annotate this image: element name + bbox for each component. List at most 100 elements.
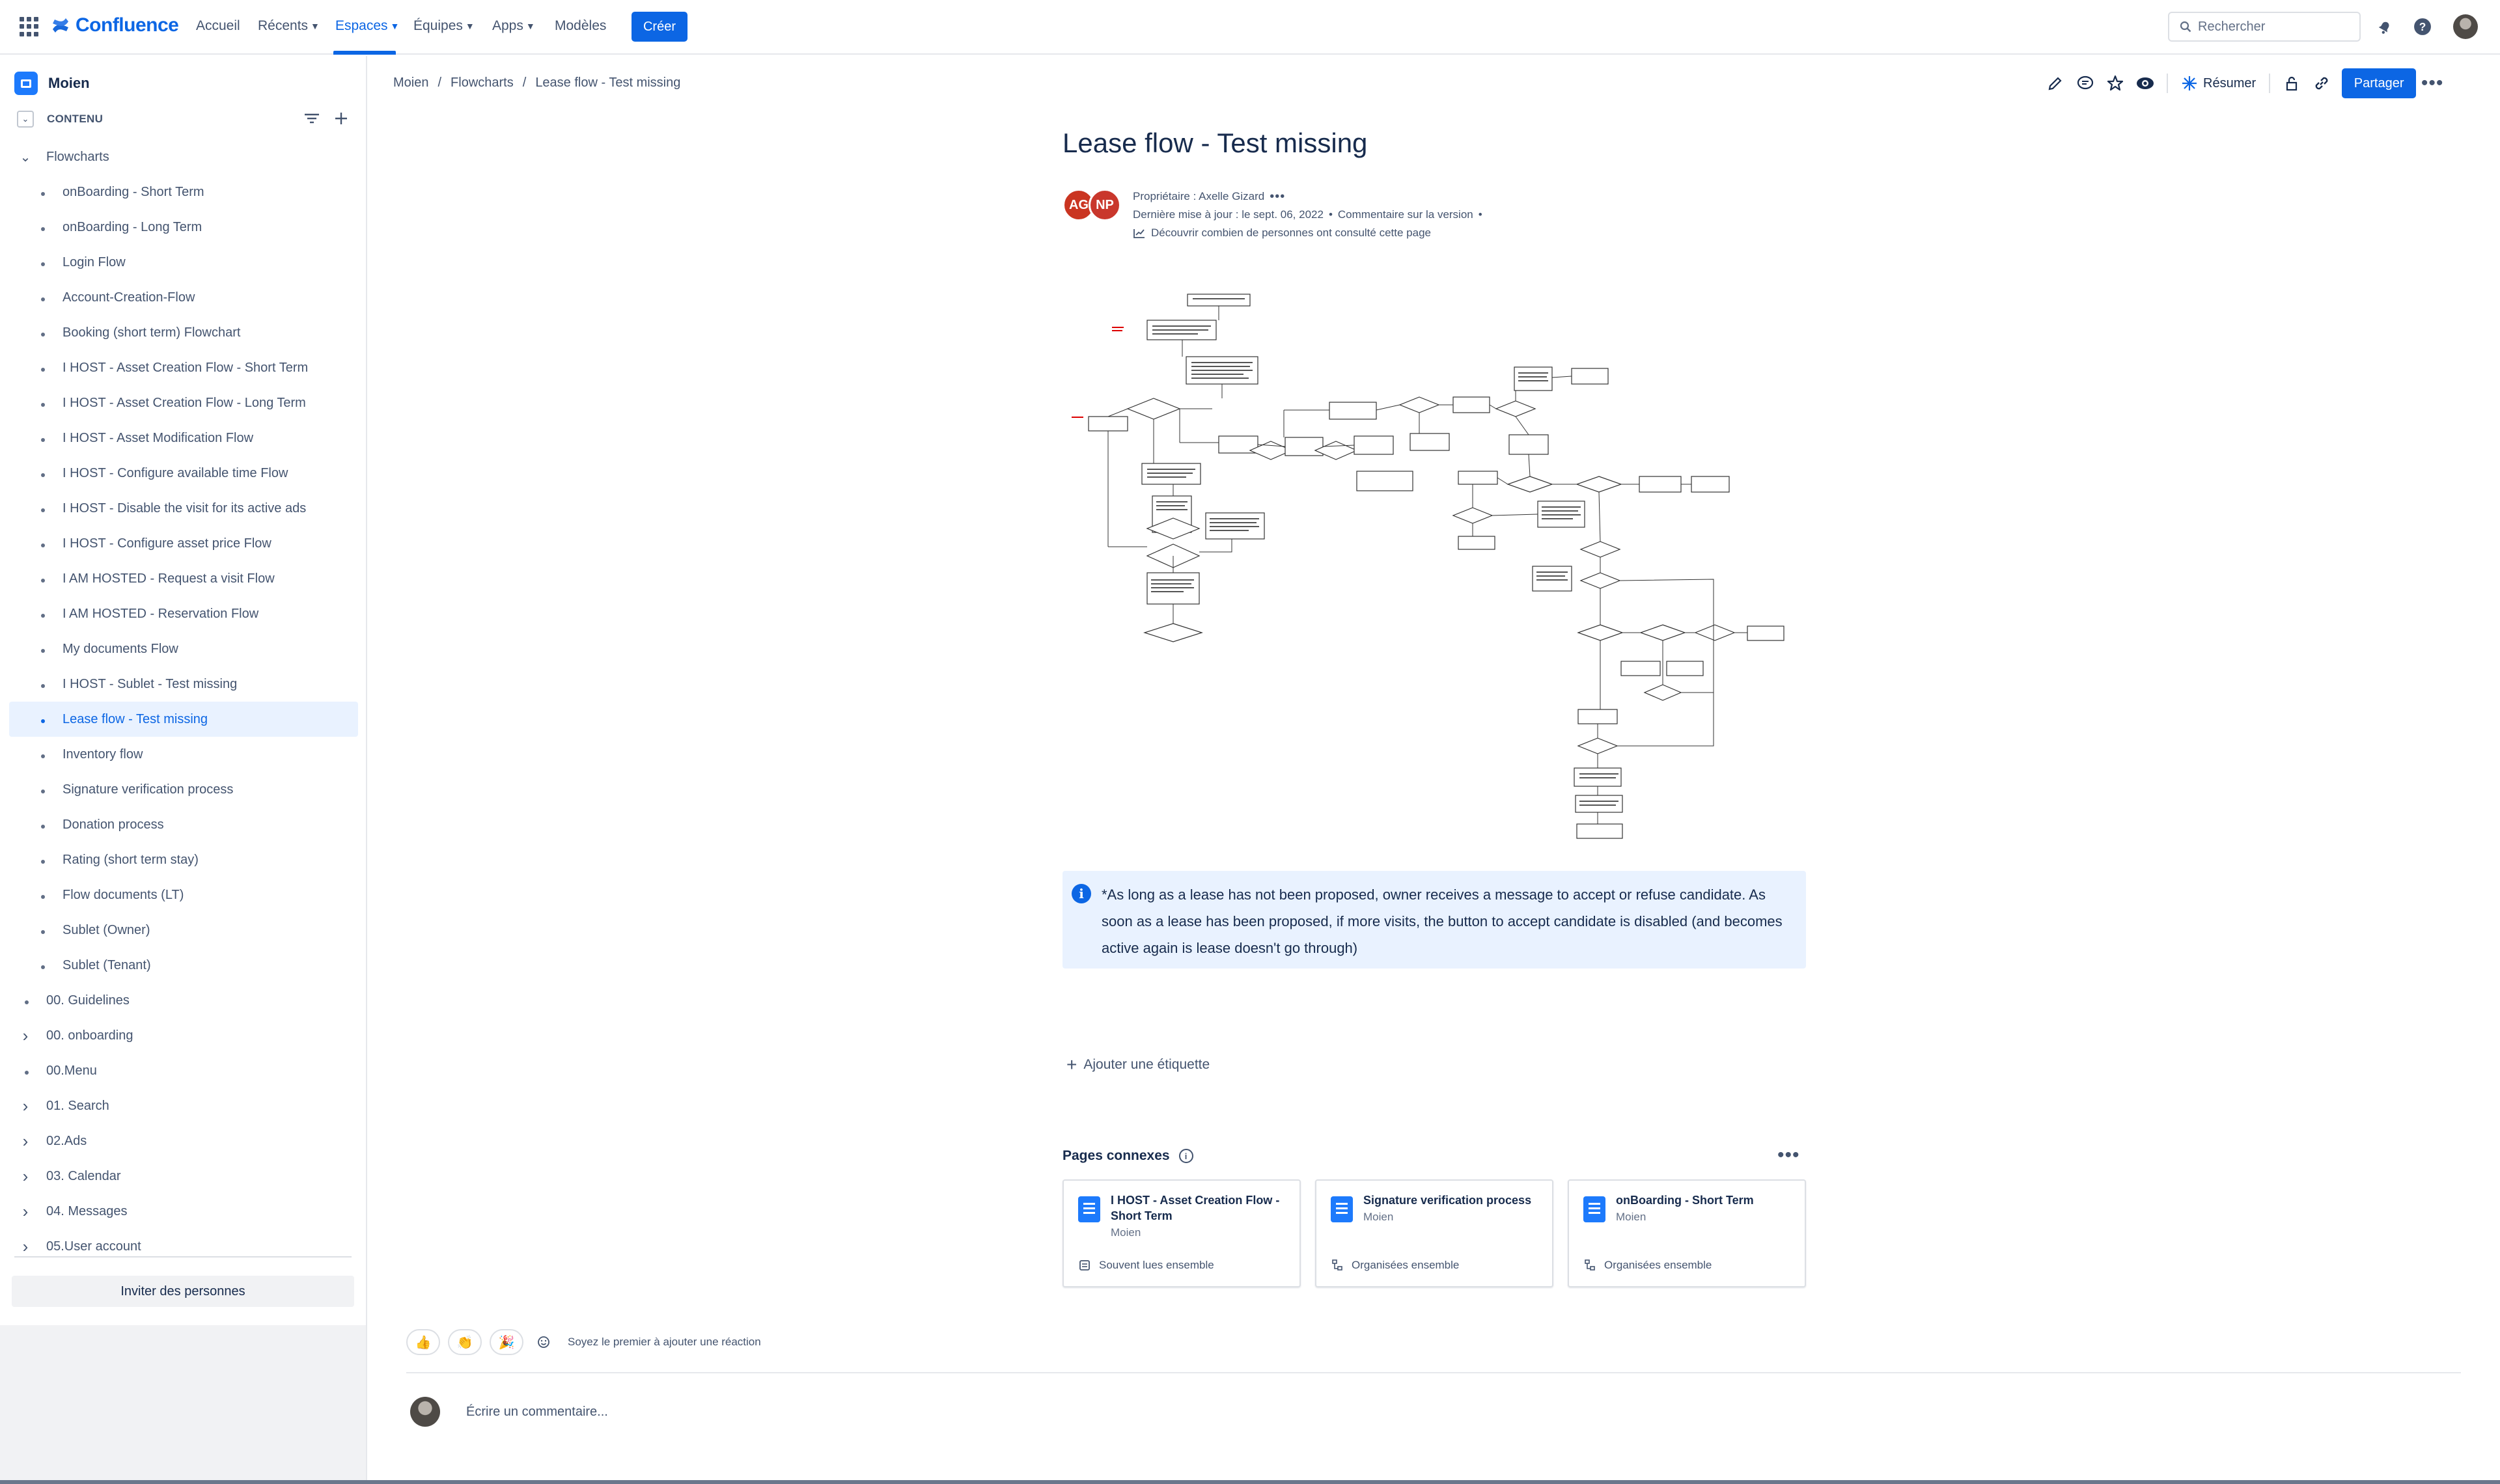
chevron-right-icon[interactable]: › [18, 1166, 33, 1187]
sidebar-item[interactable]: ⌄ Flowcharts [9, 139, 358, 174]
edit-icon[interactable] [2040, 68, 2070, 98]
sidebar-item[interactable]: 00. Guidelines [9, 983, 358, 1018]
nav-accueil[interactable]: Accueil [196, 18, 240, 34]
sidebar-item[interactable]: I HOST - Disable the visit for its activ… [9, 491, 358, 526]
space-icon [14, 72, 38, 95]
sidebar-item[interactable]: onBoarding - Short Term [9, 174, 358, 210]
page-icon [1331, 1196, 1353, 1222]
star-icon[interactable] [2100, 68, 2130, 98]
sidebar-item[interactable]: › 00. onboarding [9, 1018, 358, 1053]
add-reaction-icon[interactable] [531, 1329, 557, 1355]
comment-input[interactable]: Écrire un commentaire... [466, 1405, 608, 1420]
invite-people-button[interactable]: Inviter des personnes [12, 1276, 354, 1307]
nav-recents[interactable]: Récents ▼ [258, 18, 320, 34]
tree-bullet [41, 642, 45, 657]
help-icon[interactable]: ? [2411, 16, 2434, 38]
related-page-card[interactable]: onBoarding - Short Term Moien Organisées… [1568, 1179, 1806, 1287]
restrictions-icon[interactable] [2277, 68, 2307, 98]
reaction-thumbs-up[interactable]: 👍 [406, 1329, 440, 1355]
nav-apps[interactable]: Apps ▼ [492, 18, 535, 34]
app-switcher-icon[interactable] [20, 17, 39, 36]
add-label-button[interactable]: + Ajouter une étiquette [1066, 1056, 1210, 1074]
search-input[interactable]: Rechercher [2168, 12, 2361, 42]
chevron-right-icon[interactable]: › [18, 1096, 33, 1116]
page-icon [1078, 1196, 1100, 1222]
sidebar-item[interactable]: › 04. Messages [9, 1194, 358, 1229]
sidebar-item[interactable]: Lease flow - Test missing [9, 702, 358, 737]
sidebar-item[interactable]: Flow documents (LT) [9, 877, 358, 913]
chevron-right-icon[interactable]: › [18, 1026, 33, 1046]
create-button[interactable]: Créer [632, 12, 688, 42]
sidebar-item-label: I HOST - Sublet - Test missing [62, 676, 238, 691]
bullet-icon [41, 754, 45, 758]
sidebar-item[interactable]: Donation process [9, 807, 358, 842]
sidebar-item[interactable]: › 05.User account [9, 1229, 358, 1264]
sidebar-item[interactable]: Sublet (Tenant) [9, 948, 358, 983]
sidebar-item[interactable]: › 01. Search [9, 1088, 358, 1123]
reaction-party[interactable]: 🎉 [490, 1329, 523, 1355]
bullet-icon [25, 1000, 29, 1004]
filter-icon[interactable] [303, 109, 320, 128]
breadcrumb-item-current[interactable]: Lease flow - Test missing [535, 76, 680, 90]
chevron-right-icon[interactable]: › [18, 1237, 33, 1257]
sidebar-item[interactable]: › 03. Calendar [9, 1159, 358, 1194]
tree-bullet [41, 818, 45, 832]
related-card-reason: Organisées ensemble [1352, 1259, 1460, 1271]
sidebar-item[interactable]: I HOST - Configure asset price Flow [9, 526, 358, 561]
related-more-icon[interactable]: ••• [1777, 1144, 1800, 1166]
bullet-icon [41, 402, 45, 407]
info-icon[interactable]: i [1178, 1149, 1193, 1163]
sidebar-item[interactable]: I HOST - Asset Modification Flow [9, 420, 358, 456]
sidebar-item-label: 04. Messages [46, 1203, 128, 1218]
owner-line[interactable]: Propriétaire : Axelle Gizard [1133, 187, 1264, 206]
sidebar-item[interactable]: Signature verification process [9, 772, 358, 807]
space-header[interactable]: Moien [14, 72, 90, 95]
share-button[interactable]: Partager [2342, 68, 2417, 98]
sidebar: Moien ⌄ CONTENU ⌄ Flowcharts onBoarding - … [0, 56, 367, 1484]
sidebar-item[interactable]: 00.Menu [9, 1053, 358, 1088]
sidebar-item[interactable]: I HOST - Asset Creation Flow - Long Term [9, 385, 358, 420]
sidebar-item[interactable]: Sublet (Owner) [9, 913, 358, 948]
collapse-content-toggle[interactable]: ⌄ [17, 111, 34, 128]
breadcrumb-item-parent[interactable]: Flowcharts [451, 76, 514, 90]
summarize-button[interactable]: Résumer [2174, 75, 2262, 92]
tree-bullet [41, 220, 45, 235]
comment-icon[interactable] [2070, 68, 2100, 98]
sidebar-item[interactable]: Login Flow [9, 245, 358, 280]
confluence-logo[interactable]: Confluence [51, 14, 179, 36]
watch-icon[interactable] [2130, 68, 2160, 98]
reaction-clap[interactable]: 👏 [448, 1329, 482, 1355]
chevron-right-icon[interactable]: › [18, 1202, 33, 1222]
sidebar-item[interactable]: onBoarding - Long Term [9, 210, 358, 245]
contributors[interactable]: AG NP [1062, 189, 1125, 223]
chevron-down-icon[interactable]: ⌄ [18, 149, 33, 165]
sidebar-item[interactable]: › 02.Ads [9, 1123, 358, 1159]
add-label-text: Ajouter une étiquette [1083, 1057, 1210, 1072]
sidebar-item[interactable]: Rating (short term stay) [9, 842, 358, 877]
analytics-link[interactable]: Découvrir combien de personnes ont consu… [1151, 224, 1431, 242]
related-page-card[interactable]: I HOST - Asset Creation Flow - Short Ter… [1062, 1179, 1301, 1287]
sidebar-item[interactable]: I AM HOSTED - Reservation Flow [9, 596, 358, 631]
sidebar-item[interactable]: Account-Creation-Flow [9, 280, 358, 315]
notifications-icon[interactable] [2374, 16, 2396, 38]
add-content-icon[interactable] [333, 109, 349, 128]
sidebar-item[interactable]: I HOST - Sublet - Test missing [9, 666, 358, 702]
sidebar-item[interactable]: I HOST - Configure available time Flow [9, 456, 358, 491]
user-avatar[interactable] [2453, 14, 2478, 39]
sidebar-item[interactable]: I HOST - Asset Creation Flow - Short Ter… [9, 350, 358, 385]
more-icon[interactable]: ••• [2416, 68, 2449, 98]
chevron-right-icon[interactable]: › [18, 1131, 33, 1151]
link-icon[interactable] [2307, 68, 2337, 98]
breadcrumb-item-space[interactable]: Moien [393, 76, 428, 90]
sidebar-item[interactable]: Inventory flow [9, 737, 358, 772]
sidebar-item[interactable]: Booking (short term) Flowchart [9, 315, 358, 350]
sidebar-item[interactable]: I AM HOSTED - Request a visit Flow [9, 561, 358, 596]
related-page-card[interactable]: Signature verification process Moien Org… [1315, 1179, 1553, 1287]
nav-equipes[interactable]: Équipes ▼ [413, 18, 475, 34]
contributor-avatar[interactable]: NP [1089, 189, 1121, 221]
nav-espaces[interactable]: Espaces ▼ [335, 18, 399, 34]
lease-flowchart-diagram[interactable] [1062, 286, 1792, 853]
nav-modeles[interactable]: Modèles [555, 18, 606, 34]
sidebar-item[interactable]: My documents Flow [9, 631, 358, 666]
more-byline-icon[interactable]: ••• [1270, 187, 1285, 206]
